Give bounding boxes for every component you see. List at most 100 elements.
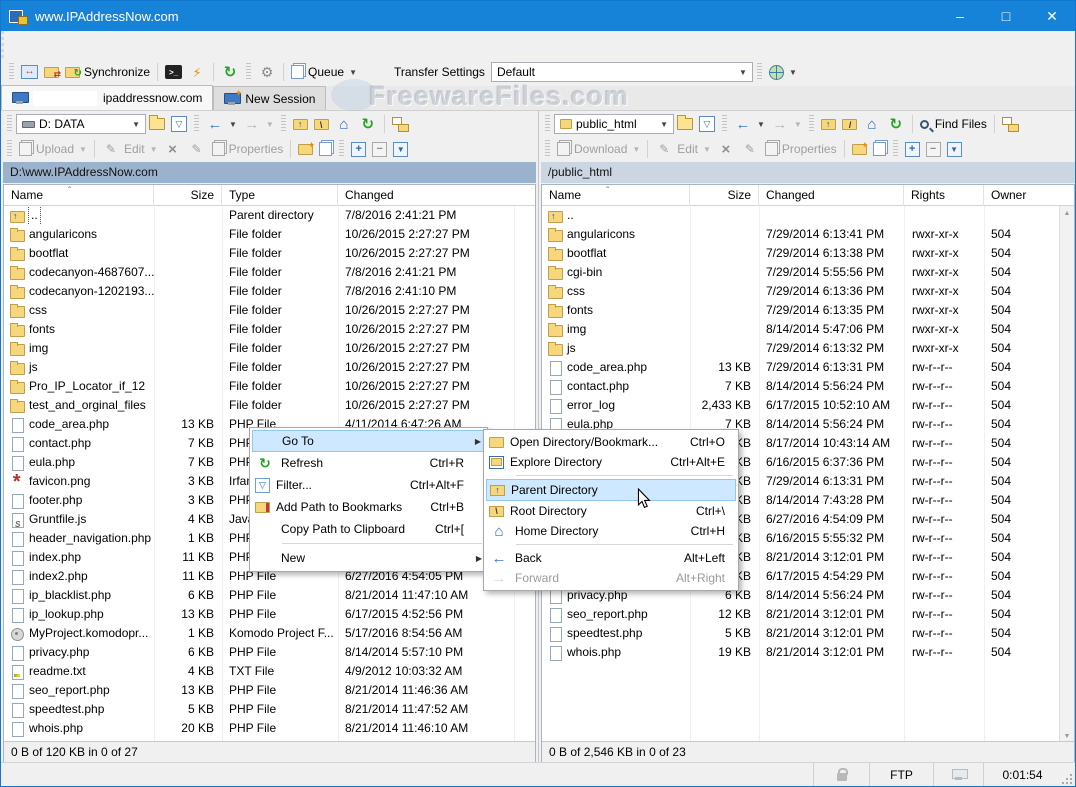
compare-directories-button[interactable]: ↔ xyxy=(18,61,41,83)
drive-select[interactable]: D: DATA▼ xyxy=(16,114,146,134)
file-row[interactable]: ip_blacklist.php 6 KB PHP File 8/21/2014… xyxy=(4,586,535,605)
file-row[interactable]: codecanyon-4687607... File folder 7/8/20… xyxy=(4,263,535,282)
new-file-button[interactable] xyxy=(870,138,889,160)
menu-item[interactable]: Filter... Ctrl+Alt+F xyxy=(252,474,485,496)
file-row[interactable]: fonts 7/29/2014 6:13:35 PM rwxr-xr-x 504 xyxy=(542,301,1074,320)
root-directory-button[interactable]: / xyxy=(839,113,860,135)
file-row[interactable]: MyProject.komodopr... 1 KB Komodo Projec… xyxy=(4,624,535,643)
file-row[interactable]: whois.php 19 KB 8/21/2014 3:12:01 PM rw-… xyxy=(542,643,1074,662)
column-header-owner[interactable]: Owner xyxy=(984,185,1074,206)
file-row[interactable]: Pro_IP_Locator_if_12 File folder 10/26/2… xyxy=(4,377,535,396)
refresh-button[interactable]: ↻ xyxy=(884,113,908,135)
menu-item[interactable]: Open Directory/Bookmark... Ctrl+O xyxy=(486,432,736,452)
menu-item[interactable]: Go To ▶ xyxy=(252,430,485,452)
column-header-name[interactable]: Nameˆ xyxy=(542,185,690,206)
home-directory-button[interactable]: ⌂ xyxy=(332,113,356,135)
select-files-button[interactable]: + xyxy=(902,138,923,160)
rename-button[interactable]: ✎ xyxy=(738,138,762,160)
file-row[interactable]: img File folder 10/26/2015 2:27:27 PM xyxy=(4,339,535,358)
root-directory-button[interactable]: \ xyxy=(311,113,332,135)
directory-tree-button[interactable] xyxy=(389,113,411,135)
file-row[interactable]: codecanyon-1202193... File folder 7/8/20… xyxy=(4,282,535,301)
file-row[interactable]: css 7/29/2014 6:13:36 PM rwxr-xr-x 504 xyxy=(542,282,1074,301)
home-directory-button[interactable]: ⌂ xyxy=(860,113,884,135)
column-header-rights[interactable]: Rights xyxy=(904,185,984,206)
menu-bar-item[interactable] xyxy=(14,41,30,49)
filter-button[interactable]: ▽ xyxy=(168,113,190,135)
menu-bar-item[interactable] xyxy=(110,41,126,49)
synchronize-browsing-button[interactable]: ⇄ xyxy=(41,61,62,83)
transfer-settings-globe-button[interactable]: ▼ xyxy=(766,61,800,83)
unselect-files-button[interactable]: − xyxy=(923,138,944,160)
find-files-button[interactable]: Find Files xyxy=(917,113,990,135)
select-files-button[interactable]: + xyxy=(348,138,369,160)
menu-item[interactable]: Explore Directory Ctrl+Alt+E xyxy=(486,452,736,472)
open-directory-button[interactable] xyxy=(674,113,696,135)
encryption-status[interactable] xyxy=(813,763,869,787)
column-header-name[interactable]: Nameˆ xyxy=(4,185,154,206)
upload-button[interactable]: Upload▼ xyxy=(16,138,90,160)
file-row[interactable]: .. xyxy=(542,206,1074,225)
forward-button[interactable]: →▼ xyxy=(768,113,805,135)
properties-button[interactable]: Properties xyxy=(762,138,840,160)
close-button[interactable]: ✕ xyxy=(1029,1,1075,31)
file-row[interactable]: seo_report.php 12 KB 8/21/2014 3:12:01 P… xyxy=(542,605,1074,624)
file-row[interactable]: readme.txt 4 KB TXT File 4/9/2012 10:03:… xyxy=(4,662,535,681)
new-folder-button[interactable]: ✦ xyxy=(295,138,316,160)
file-row[interactable]: ip_lookup.php 13 KB PHP File 6/17/2015 4… xyxy=(4,605,535,624)
scroll-up-icon[interactable]: ▲ xyxy=(1060,206,1074,220)
resize-grip[interactable] xyxy=(1061,763,1075,787)
back-button[interactable]: ←▼ xyxy=(731,113,768,135)
file-row[interactable]: fonts File folder 10/26/2015 2:27:27 PM xyxy=(4,320,535,339)
menu-bar-item[interactable] xyxy=(126,41,142,49)
rename-button[interactable]: ✎ xyxy=(185,138,209,160)
vertical-scrollbar[interactable]: ▲ ▼ xyxy=(1059,206,1074,743)
file-row[interactable]: bootflat 7/29/2014 6:13:38 PM rwxr-xr-x … xyxy=(542,244,1074,263)
session-duration[interactable]: 0:01:54 xyxy=(983,763,1061,787)
file-row[interactable]: cgi-bin 7/29/2014 5:55:56 PM rwxr-xr-x 5… xyxy=(542,263,1074,282)
session-tab-active[interactable]: ipaddressnow.com xyxy=(1,85,213,110)
file-row[interactable]: js 7/29/2014 6:13:32 PM rwxr-xr-x 504 xyxy=(542,339,1074,358)
local-path-bar[interactable]: D:\www.IPAddressNow.com xyxy=(3,162,536,183)
file-row[interactable]: privacy.php 6 KB PHP File 8/14/2014 5:57… xyxy=(4,643,535,662)
properties-button[interactable]: Properties xyxy=(209,138,287,160)
selection-filter-button[interactable]: ▼ xyxy=(944,138,965,160)
file-row[interactable]: angularicons File folder 10/26/2015 2:27… xyxy=(4,225,535,244)
connection-status[interactable] xyxy=(933,763,983,787)
menu-item[interactable]: Root Directory Ctrl+\ xyxy=(486,501,736,521)
new-file-button[interactable] xyxy=(316,138,335,160)
menu-bar-item[interactable] xyxy=(30,41,46,49)
forward-button[interactable]: →▼ xyxy=(240,113,277,135)
menu-bar-item[interactable] xyxy=(62,41,78,49)
parent-directory-button[interactable]: ↑ xyxy=(290,113,311,135)
column-header-size[interactable]: Size xyxy=(690,185,759,206)
column-header-changed[interactable]: Changed xyxy=(759,185,904,206)
file-row[interactable]: angularicons 7/29/2014 6:13:41 PM rwxr-x… xyxy=(542,225,1074,244)
file-row[interactable]: bootflat File folder 10/26/2015 2:27:27 … xyxy=(4,244,535,263)
delete-button[interactable]: × xyxy=(714,138,738,160)
file-row[interactable]: error_log 2,433 KB 6/17/2015 10:52:10 AM… xyxy=(542,396,1074,415)
column-header-changed[interactable]: Changed xyxy=(338,185,535,206)
menu-bar-item[interactable] xyxy=(78,41,94,49)
refresh-session-button[interactable]: ↻ xyxy=(218,61,242,83)
directory-tree-button[interactable] xyxy=(999,113,1021,135)
refresh-button[interactable]: ↻ xyxy=(356,113,380,135)
remote-directory-select[interactable]: public_html▼ xyxy=(554,114,674,134)
menu-item[interactable]: Home Directory Ctrl+H xyxy=(486,521,736,541)
selection-filter-button[interactable]: ▼ xyxy=(390,138,411,160)
synchronize-button[interactable]: ↻Synchronize xyxy=(62,61,153,83)
file-row[interactable]: contact.php 7 KB 8/14/2014 5:56:24 PM rw… xyxy=(542,377,1074,396)
parent-directory-button[interactable]: ↑ xyxy=(818,113,839,135)
delete-button[interactable]: × xyxy=(161,138,185,160)
file-row[interactable]: speedtest.php 5 KB 8/21/2014 3:12:01 PM … xyxy=(542,624,1074,643)
queue-button[interactable]: Queue▼ xyxy=(288,61,360,83)
maximize-button[interactable]: □ xyxy=(983,1,1029,31)
custom-command-button[interactable]: ⚡ xyxy=(185,61,209,83)
protocol-status[interactable]: FTP xyxy=(869,763,933,787)
download-button[interactable]: Download▼ xyxy=(554,138,643,160)
edit-button[interactable]: ✎Edit▼ xyxy=(652,138,714,160)
open-directory-button[interactable] xyxy=(146,113,168,135)
remote-path-bar[interactable]: /public_html xyxy=(541,162,1075,183)
file-row[interactable]: code_area.php 13 KB 7/29/2014 6:13:31 PM… xyxy=(542,358,1074,377)
file-row[interactable]: test_and_orginal_files File folder 10/26… xyxy=(4,396,535,415)
